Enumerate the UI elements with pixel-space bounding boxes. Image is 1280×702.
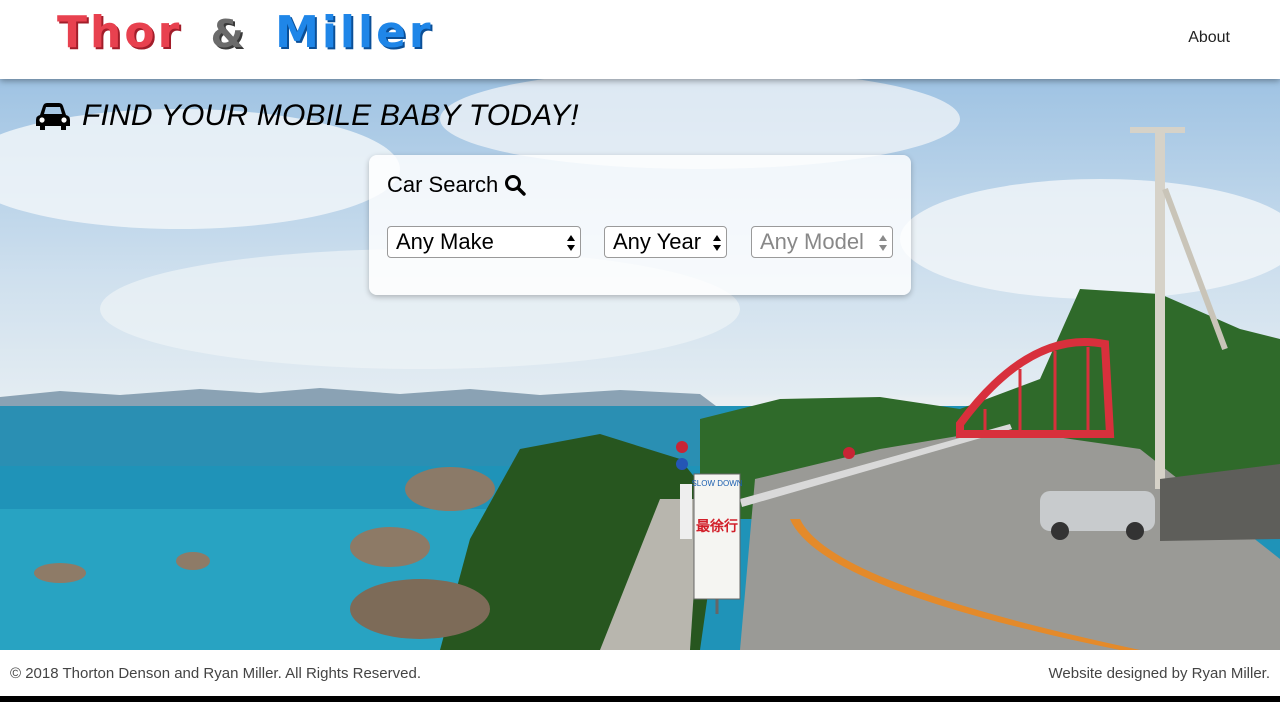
site-header: Thor & Miller About xyxy=(0,0,1280,79)
jp-sign-text: 最徐行 xyxy=(696,518,738,535)
car-icon xyxy=(36,103,70,130)
car-search-panel: Car Search Any Make Any Year Any Model xyxy=(369,155,911,295)
footer-credit: Website designed by Ryan Miller. xyxy=(1048,665,1271,682)
car-search-label: Car Search xyxy=(387,172,499,197)
hero-section: SLOW DOWN 最徐行 FIND YOUR MOBILE BABY TODA… xyxy=(0,79,1280,650)
select-arrows-icon xyxy=(713,235,721,251)
slow-down-sign-text: SLOW DOWN xyxy=(691,479,742,488)
site-footer: © 2018 Thorton Denson and Ryan Miller. A… xyxy=(0,650,1280,696)
model-select: Any Model xyxy=(751,226,893,258)
hero-tagline: FIND YOUR MOBILE BABY TODAY! xyxy=(34,99,579,133)
logo-ampersand: & xyxy=(210,12,247,56)
year-select[interactable]: Any Year xyxy=(604,226,727,258)
year-select-value: Any Year xyxy=(613,229,702,254)
car-search-title: Car Search xyxy=(387,172,526,198)
make-select[interactable]: Any Make xyxy=(387,226,581,258)
select-arrows-icon xyxy=(879,235,887,251)
logo-word-thor: Thor xyxy=(57,7,183,58)
model-select-value: Any Model xyxy=(760,229,864,254)
footer-copyright: © 2018 Thorton Denson and Ryan Miller. A… xyxy=(10,665,421,682)
select-arrows-icon xyxy=(567,235,575,251)
tagline-text: FIND YOUR MOBILE BABY TODAY! xyxy=(82,99,579,132)
search-icon xyxy=(505,175,526,196)
nav-about-link[interactable]: About xyxy=(1188,29,1230,47)
make-select-value: Any Make xyxy=(396,229,494,254)
logo-word-miller: Miller xyxy=(275,7,434,58)
site-logo[interactable]: Thor & Miller xyxy=(57,8,434,58)
